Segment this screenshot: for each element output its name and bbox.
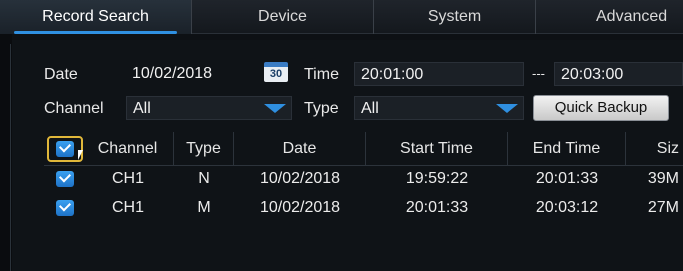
channel-label: Channel <box>44 100 104 117</box>
col-size[interactable]: Siz <box>626 132 683 166</box>
cell-type: N <box>198 170 210 187</box>
start-time-field[interactable]: 20:01:00 <box>354 62 524 86</box>
date-field[interactable]: 10/02/2018 <box>126 62 258 86</box>
col-channel[interactable]: Channel <box>82 132 174 166</box>
row-checkbox[interactable] <box>56 171 74 187</box>
cell-end-time: 20:01:33 <box>535 170 599 187</box>
mouse-cursor-icon <box>78 150 83 160</box>
cell-start-time: 19:59:22 <box>405 170 469 187</box>
tab-record-search[interactable]: Record Search <box>0 0 192 34</box>
tab-advanced[interactable]: Advanced <box>536 0 683 34</box>
col-date[interactable]: Date <box>234 132 366 166</box>
type-dropdown-icon[interactable] <box>496 104 518 113</box>
col-end-time[interactable]: End Time <box>508 132 626 166</box>
row-checkbox[interactable] <box>56 200 74 216</box>
cell-type: M <box>197 199 211 216</box>
top-tab-bar: Record Search Device System Advanced <box>0 0 683 34</box>
cell-end-time: 20:03:12 <box>535 199 599 216</box>
cell-channel: CH1 <box>111 199 144 216</box>
time-label: Time <box>304 66 339 83</box>
channel-dropdown-icon[interactable] <box>264 104 286 113</box>
cell-date: 10/02/2018 <box>259 170 341 187</box>
cell-date: 10/02/2018 <box>259 199 341 216</box>
tab-device[interactable]: Device <box>192 0 374 34</box>
col-type[interactable]: Type <box>174 132 234 166</box>
cell-size: 39M <box>647 170 679 187</box>
time-separator: --- <box>532 66 545 81</box>
type-label: Type <box>304 100 339 117</box>
end-time-field[interactable]: 20:03:00 <box>554 62 683 86</box>
col-start-time[interactable]: Start Time <box>366 132 508 166</box>
cell-channel: CH1 <box>111 170 144 187</box>
left-divider <box>10 44 11 271</box>
quick-backup-button[interactable]: Quick Backup <box>533 95 669 121</box>
tab-system[interactable]: System <box>374 0 536 34</box>
cell-start-time: 20:01:33 <box>405 199 469 216</box>
select-all-checkbox[interactable] <box>56 141 74 157</box>
cell-size: 27M <box>647 199 679 216</box>
table-header: Channel Type Date Start Time End Time Si… <box>44 132 683 166</box>
calendar-icon[interactable]: 30 <box>264 62 288 82</box>
date-label: Date <box>44 66 78 83</box>
